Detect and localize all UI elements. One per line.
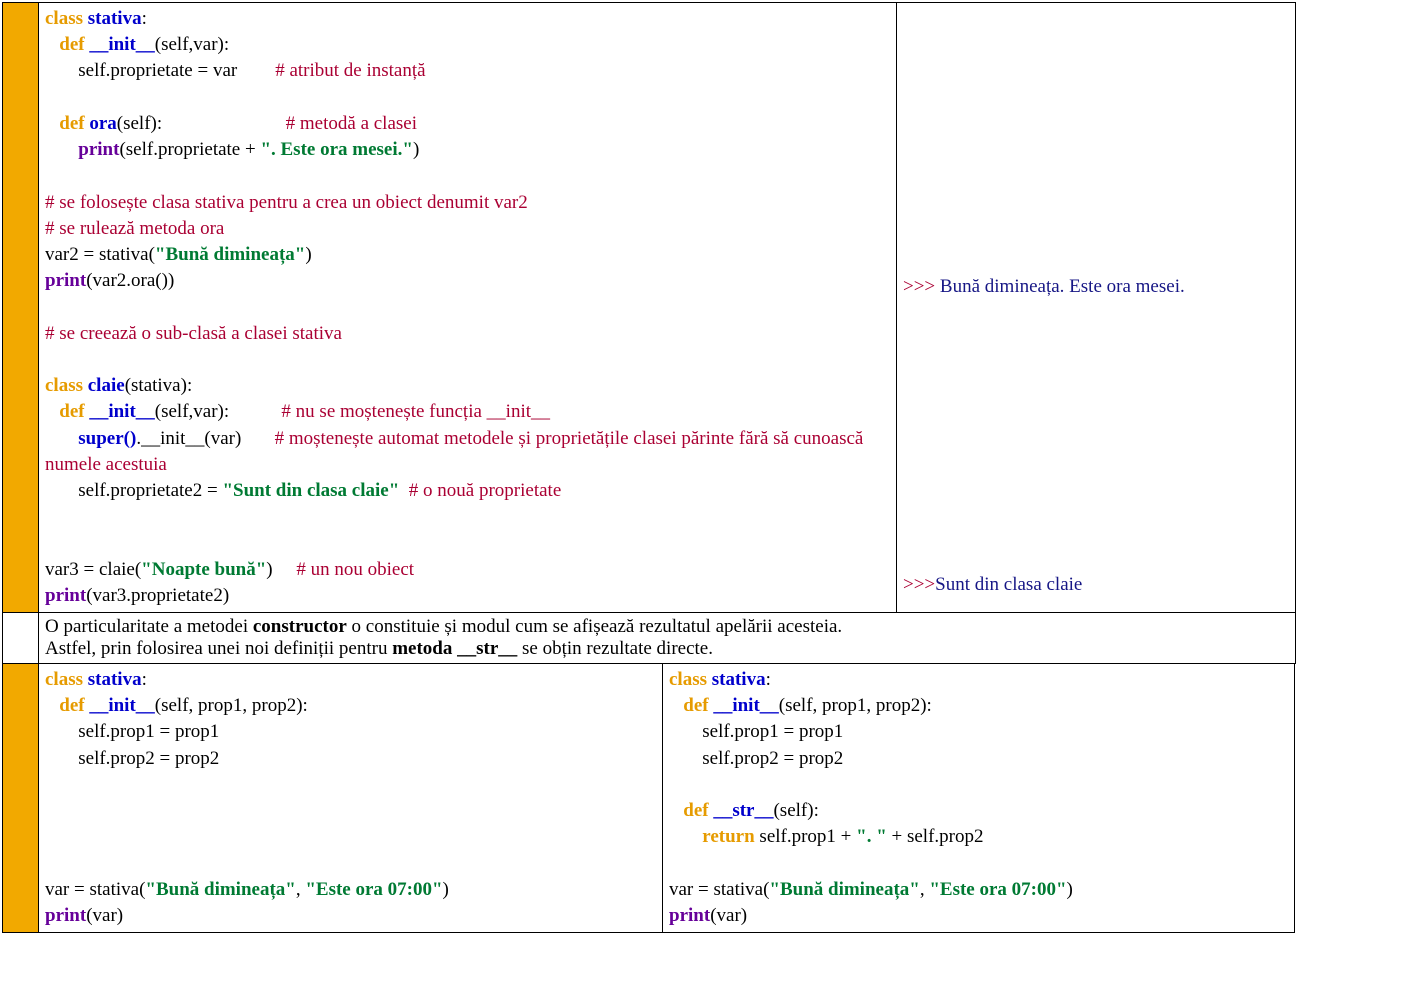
output-text: Bună dimineața. Este ora mesei. [940,276,1185,297]
string-literal: "Sunt din clasa claie" [222,480,399,501]
examples-table: class stativa: def __init__(self,var): s… [2,2,1296,613]
explanation-line: O particularitate a metodei constructor … [45,616,1289,638]
row-marker-blank [3,613,39,664]
builtin-print: print [669,905,710,926]
output-text: Sunt din clasa claie [935,574,1082,595]
kw-class: class [45,669,83,690]
kw-def: def [683,800,708,821]
class-name: stativa [712,669,766,690]
comment: # se folosește clasa stativa pentru a cr… [45,192,528,213]
builtin-print: print [45,270,86,291]
code-cell-left: class stativa: def __init__(self, prop1,… [39,664,663,933]
comment: # o nouă proprietate [409,480,561,501]
row-marker [3,3,39,613]
kw-def: def [59,113,84,134]
kw-class: class [45,375,83,396]
string-literal: "Bună dimineața" [145,879,295,900]
repl-prompt: >>> [903,574,935,595]
string-literal: ". Este ora mesei." [260,139,412,160]
term-constructor: constructor [253,616,347,637]
builtin-print: print [45,905,86,926]
comment: # un nou obiect [296,559,414,580]
kw-def: def [683,695,708,716]
repl-prompt: >>> [903,276,940,297]
code-cell-classes: class stativa: def __init__(self,var): s… [39,3,897,613]
string-literal: "Este ora 07:00" [929,879,1066,900]
explanation-cell: O particularitate a metodei constructor … [39,613,1296,664]
string-literal: ". " [856,826,887,847]
method-init: __init__ [713,695,778,716]
string-literal: "Bună dimineața" [155,244,305,265]
comment: # metodă a clasei [286,113,417,134]
output-spacer [903,6,1289,274]
comment: # se creează o sub-clasă a clasei stativ… [45,323,342,344]
code-block: class stativa: def __init__(self, prop1,… [45,667,656,929]
string-literal: "Este ora 07:00" [305,879,442,900]
code-block: class stativa: def __init__(self, prop1,… [669,667,1288,929]
row-marker [3,664,39,933]
kw-def: def [59,401,84,422]
builtin-print: print [78,139,119,160]
code-block: class stativa: def __init__(self,var): s… [45,6,890,609]
code-cell-right: class stativa: def __init__(self, prop1,… [663,664,1295,933]
string-literal: "Noapte bună" [141,559,266,580]
explanation-table: O particularitate a metodei constructor … [2,612,1296,664]
output-line: >>>Sunt din clasa claie [903,572,1289,598]
comment: # nu se moștenește funcția __init__ [281,401,550,422]
method-init: __init__ [89,401,154,422]
class-name: stativa [88,669,142,690]
comment: # atribut de instanță [275,60,425,81]
comment: # se rulează metoda ora [45,218,224,239]
string-literal: "Bună dimineața" [769,879,919,900]
builtin-super: super() [78,428,136,449]
output-cell: >>> Bună dimineața. Este ora mesei. >>>S… [897,3,1296,613]
class-name: stativa [88,8,142,29]
method-ora: ora [89,113,116,134]
compare-table: class stativa: def __init__(self, prop1,… [2,663,1295,933]
output-line: >>> Bună dimineața. Este ora mesei. [903,274,1289,300]
method-str: __str__ [713,800,773,821]
output-spacer [903,300,1289,572]
kw-class: class [669,669,707,690]
builtin-print: print [45,585,86,606]
method-init: __init__ [89,695,154,716]
kw-def: def [59,695,84,716]
method-init: __init__ [89,34,154,55]
explanation-line: Astfel, prin folosirea unei noi definiți… [45,638,1289,660]
class-name: claie [88,375,125,396]
kw-class: class [45,8,83,29]
kw-def: def [59,34,84,55]
term-str-method: metoda __str__ [392,638,517,659]
kw-return: return [702,826,754,847]
